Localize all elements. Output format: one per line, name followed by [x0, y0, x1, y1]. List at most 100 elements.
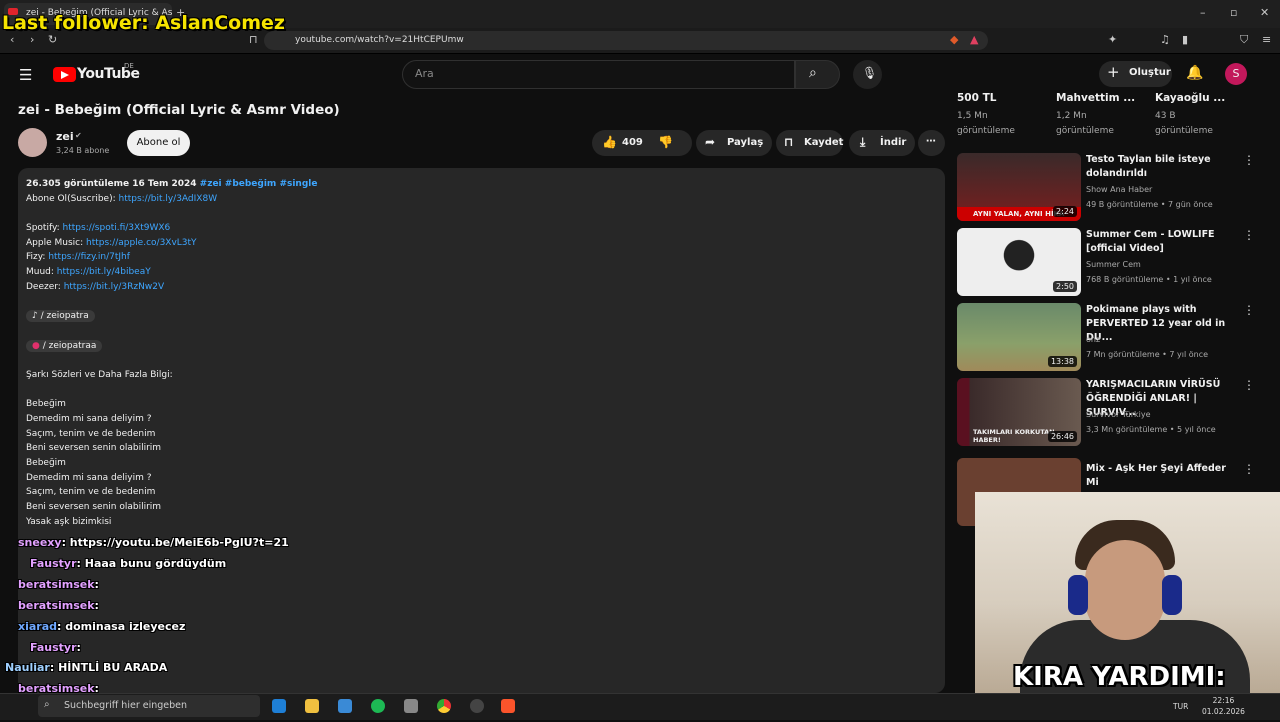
taskbar-clock[interactable]: 22:16 01.02.2026 — [1202, 695, 1245, 717]
sidebar-top-title[interactable]: Mahvettim ... — [1056, 92, 1135, 104]
muud-link[interactable]: https://bit.ly/4bibeaY — [57, 267, 151, 277]
reload-icon[interactable]: ↻ — [48, 33, 57, 46]
sidebar-top-sub: görüntüleme — [1155, 126, 1213, 136]
related-video-title[interactable]: Mix - Aşk Her Şeyi Affeder Mi — [1086, 462, 1241, 490]
desc-line-deezer: Deezer: https://bit.ly/3RzNw2V — [26, 282, 164, 292]
clock-date: 01.02.2026 — [1202, 707, 1245, 716]
subscribe-link[interactable]: https://bit.ly/3AdIX8W — [118, 194, 217, 204]
instagram-icon: ● — [32, 341, 40, 351]
related-video-card[interactable]: 2:50 Summer Cem - LOWLIFE [official Vide… — [957, 228, 1267, 298]
more-icon[interactable]: ⋮ — [1243, 228, 1255, 242]
chat-message: xiarad: dominasa izleyecez — [18, 620, 185, 633]
shield-icon[interactable]: ⛉ — [1240, 33, 1248, 47]
search-icon: ⌕ — [809, 65, 817, 81]
video-duration: 26:46 — [1047, 431, 1077, 442]
mic-icon: 🎙 — [862, 66, 878, 80]
sidebar-top-title[interactable]: 500 TL — [957, 92, 996, 104]
webcam-person-face — [1085, 540, 1165, 640]
brave-icon[interactable] — [501, 699, 515, 713]
chat-username: xiarad — [18, 620, 58, 633]
more-icon[interactable]: ⋮ — [1243, 303, 1255, 317]
maximize-icon[interactable]: ▫ — [1230, 6, 1237, 19]
chrome-icon[interactable] — [437, 699, 451, 713]
like-button[interactable]: 👍 409 👎 — [592, 130, 692, 156]
media-icon[interactable]: ♫ — [1160, 33, 1170, 46]
thumbs-down-icon[interactable]: 👎 — [658, 135, 673, 149]
sidebar-top-views: 1,2 Mn — [1056, 111, 1087, 121]
related-video-card[interactable]: 13:38 Pokimane plays with PERVERTED 12 y… — [957, 303, 1267, 373]
plus-icon: + — [1107, 63, 1120, 81]
related-video-channel[interactable]: onz — [1086, 335, 1100, 344]
related-video-channel[interactable]: Survivor Türkiye — [1086, 410, 1151, 419]
related-video-channel[interactable]: Show Ana Haber — [1086, 185, 1152, 194]
share-button[interactable]: ➦ Paylaş — [696, 130, 772, 156]
video-thumbnail[interactable]: TAKIMLARI KORKUTAN HABER! 26:46 — [957, 378, 1081, 446]
notifications-bell-icon[interactable]: 🔔 — [1186, 65, 1203, 81]
chat-text: : — [94, 578, 99, 591]
bookmark-icon[interactable]: ⊓ — [249, 33, 258, 46]
subscribe-button[interactable]: Abone ol — [127, 130, 190, 156]
video-thumbnail[interactable]: 2:50 — [957, 228, 1081, 296]
desc-line-muud: Muud: https://bit.ly/4bibeaY — [26, 267, 151, 277]
menu-icon[interactable]: ≡ — [1262, 33, 1271, 46]
verified-icon: ✔ — [75, 131, 82, 140]
desc-line-subscribe: Abone Ol(Suscribe): https://bit.ly/3AdIX… — [26, 194, 217, 204]
search-icon: ⌕ — [44, 699, 50, 710]
url-text[interactable]: youtube.com/watch?v=21HtCEPUmw — [295, 35, 464, 45]
account-avatar[interactable]: S — [1225, 63, 1247, 85]
edge-icon[interactable] — [272, 699, 286, 713]
fizy-link[interactable]: https://fizy.in/7tJhf — [48, 252, 130, 262]
related-video-channel[interactable]: Summer Cem — [1086, 260, 1141, 269]
channel-name[interactable]: zei — [56, 130, 74, 143]
extensions-icon[interactable]: ✦ — [1108, 33, 1117, 46]
lyric-line: Beni seversen senin olabilirim — [26, 502, 162, 512]
spotify-icon[interactable] — [371, 699, 385, 713]
hashtags[interactable]: #zei #bebeğim #single — [200, 179, 318, 189]
close-icon[interactable]: ✕ — [1260, 6, 1269, 19]
more-icon[interactable]: ⋮ — [1243, 462, 1255, 476]
related-video-meta: 3,3 Mn görüntüleme • 5 yıl önce — [1086, 425, 1216, 434]
lyric-line: Demedim mi sana deliyim ? — [26, 414, 152, 424]
video-thumbnail[interactable]: AYNI YALAN, AYNI HİKA 2:24 — [957, 153, 1081, 221]
sidebar-top-title[interactable]: Kayaoğlu ... — [1155, 92, 1225, 104]
apple-music-link[interactable]: https://apple.co/3XvL3tY — [86, 238, 197, 248]
forward-icon[interactable]: › — [30, 33, 34, 46]
taskbar-search-input[interactable]: Suchbegriff hier eingeben — [38, 695, 260, 717]
sidebar-icon[interactable]: ▮ — [1182, 33, 1188, 46]
instagram-chip[interactable]: ● / zeiopatraa — [26, 340, 103, 352]
hamburger-menu-icon[interactable]: ☰ — [19, 66, 32, 84]
more-actions-button[interactable]: ⋯ — [918, 130, 945, 156]
brave-shield-icon[interactable]: ◆ — [950, 33, 958, 46]
spotify-link[interactable]: https://spoti.fi/3Xt9WX6 — [63, 223, 171, 233]
chat-username: Nauliar — [5, 661, 50, 674]
search-input[interactable] — [402, 60, 795, 89]
desc-label: Spotify: — [26, 223, 63, 233]
channel-avatar[interactable] — [18, 128, 47, 157]
related-video-card[interactable]: TAKIMLARI KORKUTAN HABER! 26:46 YARIŞMAC… — [957, 378, 1267, 448]
tiktok-chip[interactable]: ♪ / zeiopatra — [26, 310, 95, 322]
video-thumbnail[interactable]: 13:38 — [957, 303, 1081, 371]
save-button[interactable]: ⊓ Kaydet — [776, 130, 843, 156]
input-language[interactable]: TUR — [1173, 702, 1188, 711]
minimize-icon[interactable]: – — [1200, 6, 1206, 19]
back-icon[interactable]: ‹ — [10, 33, 14, 46]
chat-text: : dominasa izleyecez — [57, 620, 186, 633]
download-button[interactable]: ⤓ İndir — [849, 130, 915, 156]
related-video-title[interactable]: Testo Taylan bile isteye dolandırıldı — [1086, 153, 1241, 181]
store-icon[interactable] — [338, 699, 352, 713]
obs-icon[interactable] — [470, 699, 484, 713]
video-duration: 2:24 — [1053, 206, 1077, 217]
calculator-icon[interactable] — [404, 699, 418, 713]
more-icon[interactable]: ⋮ — [1243, 378, 1255, 392]
related-video-card[interactable]: AYNI YALAN, AYNI HİKA 2:24 Testo Taylan … — [957, 153, 1267, 223]
brave-rewards-icon[interactable]: ▲ — [970, 33, 978, 46]
deezer-link[interactable]: https://bit.ly/3RzNw2V — [64, 282, 164, 292]
file-explorer-icon[interactable] — [305, 699, 319, 713]
search-button[interactable] — [795, 60, 840, 89]
more-icon[interactable]: ⋮ — [1243, 153, 1255, 167]
related-video-title[interactable]: Pokimane plays with PERVERTED 12 year ol… — [1086, 303, 1241, 345]
download-icon: ⤓ — [860, 135, 866, 149]
thumbs-up-icon: 👍 — [602, 135, 617, 149]
chat-username: Faustyr — [30, 641, 77, 654]
related-video-title[interactable]: Summer Cem - LOWLIFE [official Video] — [1086, 228, 1241, 256]
